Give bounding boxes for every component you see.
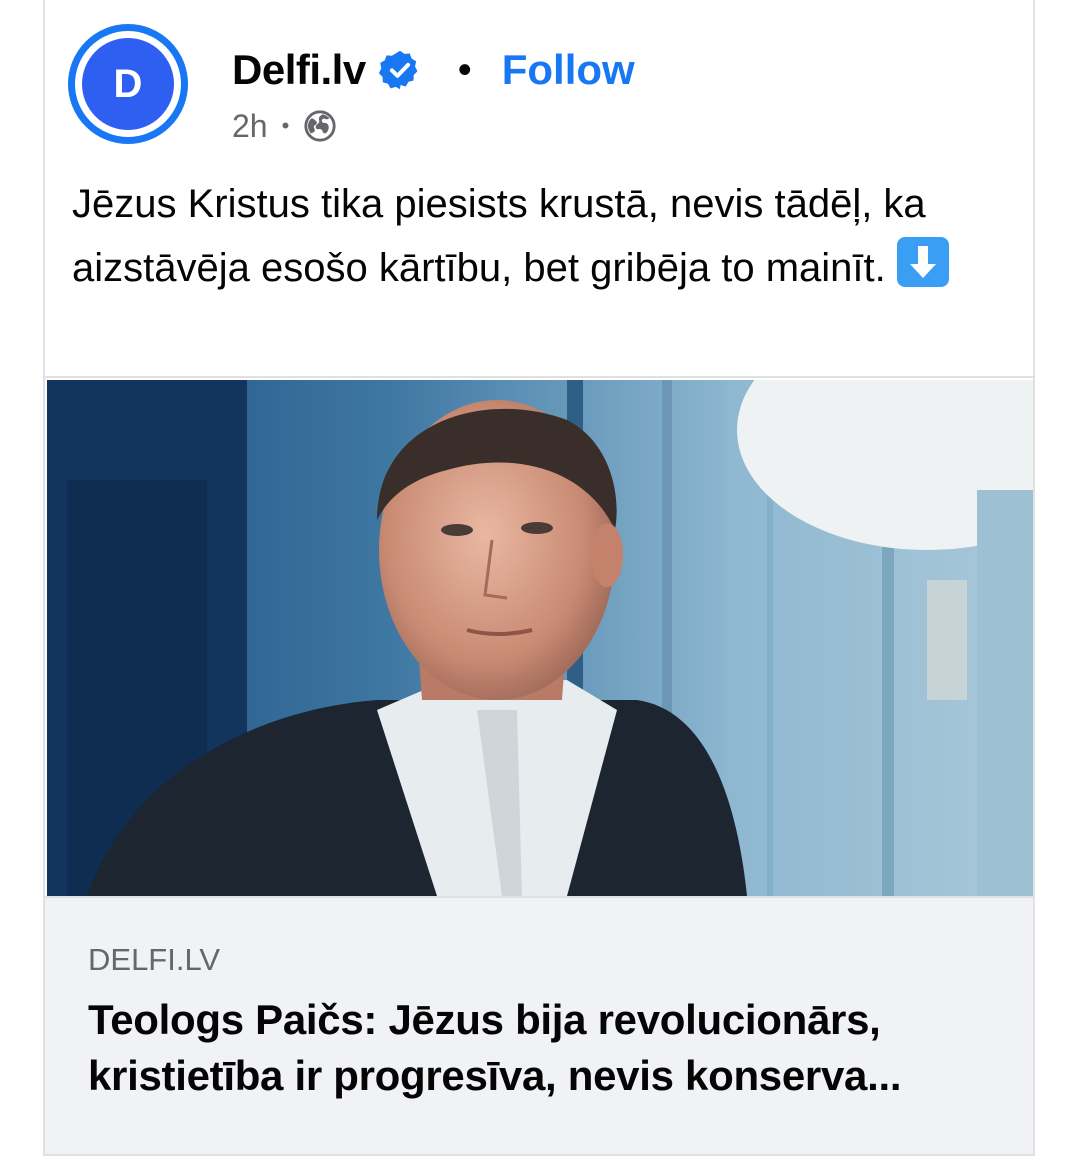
link-domain: DELFI.LV: [88, 942, 221, 977]
post-card: D Delfi.lv • Follow 2h • Jēzus Kristus t…: [43, 0, 1035, 1156]
page-name[interactable]: Delfi.lv: [232, 46, 366, 94]
avatar-letter: D: [82, 38, 174, 130]
post-time[interactable]: 2h: [232, 108, 268, 145]
link-title[interactable]: Teologs Paičs: Jēzus bija revolucionārs,…: [88, 992, 988, 1104]
post-text-body: Jēzus Kristus tika piesists krustā, nevi…: [72, 182, 926, 290]
article-photo: [47, 380, 1033, 896]
post-text: Jēzus Kristus tika piesists krustā, nevi…: [72, 172, 972, 300]
verified-badge-icon: [378, 50, 418, 90]
link-image[interactable]: [45, 376, 1033, 898]
down-arrow-emoji: [896, 237, 949, 287]
header-separator: •: [457, 48, 472, 92]
page-avatar[interactable]: D: [68, 24, 188, 144]
post-meta: 2h •: [232, 104, 337, 148]
meta-separator: •: [281, 113, 290, 138]
name-row: Delfi.lv • Follow: [232, 40, 635, 100]
link-preview[interactable]: DELFI.LV Teologs Paičs: Jēzus bija revol…: [45, 898, 1033, 1156]
follow-button[interactable]: Follow: [502, 46, 635, 94]
post-header: D Delfi.lv • Follow 2h •: [45, 0, 1033, 160]
globe-icon[interactable]: [303, 109, 337, 143]
